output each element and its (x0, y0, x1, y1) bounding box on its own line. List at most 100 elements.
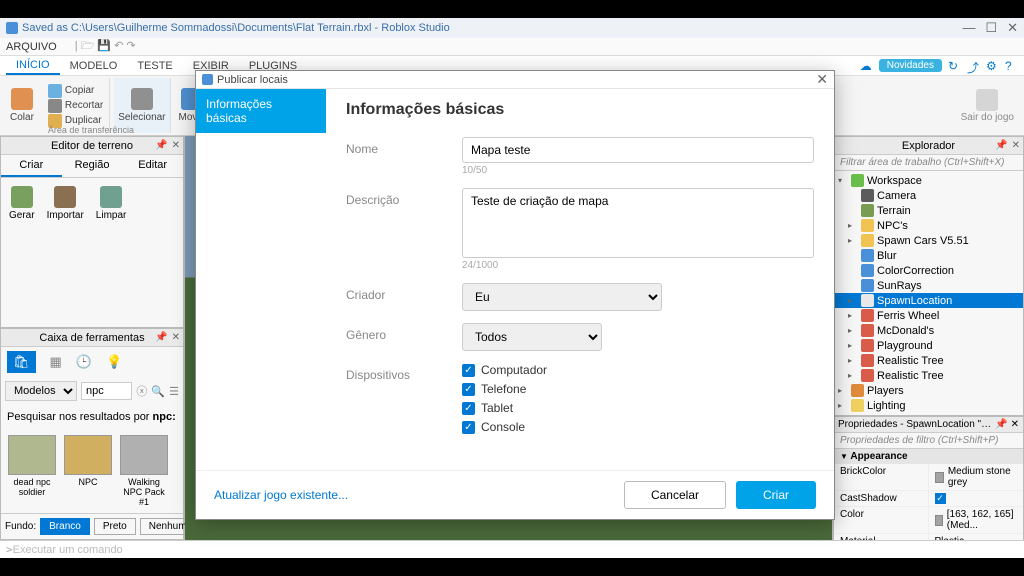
props-search-input[interactable]: Propriedades de filtro (Ctrl+Shift+P) (834, 432, 1023, 449)
side-item-informacoes[interactable]: Informações básicas (196, 89, 326, 133)
bg-branco-button[interactable]: Branco (40, 518, 90, 535)
terrain-limpar-button[interactable]: Limpar (96, 186, 127, 221)
terrain-panel-header: Editor de terreno 📌✕ (1, 137, 183, 155)
terrain-tab-editar[interactable]: Editar (122, 155, 183, 177)
name-input[interactable] (462, 137, 814, 163)
devices-label: Dispositivos (346, 363, 446, 434)
genre-select[interactable]: Todos (462, 323, 602, 351)
toolbox-item[interactable]: NPC (63, 435, 113, 507)
pin-icon[interactable]: 📌 (995, 419, 1007, 430)
toolbox-item[interactable]: Walking NPC Pack #1 (119, 435, 169, 507)
toolbox-tab-inventory[interactable]: ▦ (50, 354, 62, 370)
novidades-button[interactable]: Novidades (879, 59, 942, 72)
toolbox-tab-recent[interactable]: 🕒 (76, 354, 92, 370)
refresh-icon[interactable]: ↻ (948, 59, 961, 72)
bg-preto-button[interactable]: Preto (94, 518, 136, 535)
prop-row-material[interactable]: MaterialPlastic (834, 534, 1023, 540)
sair-jogo-button[interactable]: Sair do jogo (957, 78, 1018, 133)
toolbox-tab-lamp[interactable]: 💡 (106, 354, 122, 370)
toolbox-search-input[interactable] (81, 382, 132, 400)
create-button[interactable]: Criar (736, 481, 816, 509)
pin-icon[interactable]: 📌 (155, 332, 167, 343)
colar-button[interactable]: Colar (6, 78, 38, 133)
tree-node-players[interactable]: ▸Players (834, 383, 1023, 398)
qat-separator: | 🗁 💾 ↶ ↷ (75, 37, 136, 56)
dialog-heading: Informações básicas (346, 101, 814, 119)
tree-node-realistic-tree[interactable]: ▸Realistic Tree (834, 368, 1023, 383)
publish-dialog: Publicar locais ✕ Informações básicas In… (195, 70, 835, 520)
terrain-tab-regiao[interactable]: Região (62, 155, 123, 177)
tree-node-playground[interactable]: ▸Playground (834, 338, 1023, 353)
pin-icon[interactable]: 📌 (155, 140, 167, 151)
device-computador-checkbox[interactable]: ✓Computador (462, 363, 814, 377)
title-text: Saved as C:\Users\Guilherme Sommadossi\D… (22, 22, 450, 34)
command-bar-input[interactable]: > Executar um comando (0, 540, 1024, 558)
tab-teste[interactable]: TESTE (127, 58, 182, 74)
device-console-checkbox[interactable]: ✓Console (462, 420, 814, 434)
terrain-importar-button[interactable]: Importar (47, 186, 84, 221)
dialog-title: Publicar locais (217, 74, 288, 86)
terrain-gerar-button[interactable]: Gerar (9, 186, 35, 221)
minimize-icon[interactable]: — (962, 20, 975, 36)
name-label: Nome (346, 137, 446, 176)
device-tablet-checkbox[interactable]: ✓Tablet (462, 401, 814, 415)
prop-row-color[interactable]: Color[163, 162, 165] (Med... (834, 507, 1023, 534)
tree-node-ferris-wheel[interactable]: ▸Ferris Wheel (834, 308, 1023, 323)
share-icon[interactable]: ⤴ (967, 59, 980, 72)
cancel-button[interactable]: Cancelar (624, 481, 726, 509)
props-category-appearance[interactable]: ▼ Appearance (834, 449, 1023, 464)
explorer-search-input[interactable]: Filtrar área de trabalho (Ctrl+Shift+X) (834, 155, 1023, 171)
panel-close-icon[interactable]: ✕ (172, 140, 180, 151)
dialog-close-icon[interactable]: ✕ (816, 71, 828, 88)
settings-icon[interactable]: ⚙ (986, 59, 999, 72)
toolbox-item[interactable]: dead npc soldier (7, 435, 57, 507)
tab-inicio[interactable]: INÍCIO (6, 57, 60, 75)
tree-node-sunrays[interactable]: SunRays (834, 278, 1023, 293)
copiar-button[interactable]: Copiar (48, 84, 103, 98)
tree-node-realistic-tree[interactable]: ▸Realistic Tree (834, 353, 1023, 368)
explorer-tree: ▾WorkspaceCameraTerrain▸NPC's▸Spawn Cars… (834, 171, 1023, 415)
pin-icon[interactable]: 📌 (995, 140, 1007, 151)
tree-node-spawnlocation[interactable]: ▸SpawnLocation (834, 293, 1023, 308)
menubar: ARQUIVO | 🗁 💾 ↶ ↷ (0, 38, 1024, 56)
close-icon[interactable]: ✕ (1007, 20, 1018, 36)
tree-node-camera[interactable]: Camera (834, 188, 1023, 203)
menu-arquivo[interactable]: ARQUIVO (6, 41, 57, 53)
cloud-icon[interactable]: ☁ (860, 59, 873, 72)
tree-node-terrain[interactable]: Terrain (834, 203, 1023, 218)
titlebar: Saved as C:\Users\Guilherme Sommadossi\D… (0, 18, 1024, 38)
creator-label: Criador (346, 283, 446, 311)
tree-node-blur[interactable]: Blur (834, 248, 1023, 263)
name-counter: 10/50 (462, 165, 814, 176)
tree-node-spawn-cars-v5-51[interactable]: ▸Spawn Cars V5.51 (834, 233, 1023, 248)
search-icon[interactable]: 🔍 (151, 385, 165, 398)
panel-close-icon[interactable]: ✕ (1012, 140, 1020, 151)
tree-node-lighting[interactable]: ▸Lighting (834, 398, 1023, 413)
device-telefone-checkbox[interactable]: ✓Telefone (462, 382, 814, 396)
dialog-icon (202, 74, 213, 85)
tree-node-workspace[interactable]: ▾Workspace (834, 173, 1023, 188)
tab-modelo[interactable]: MODELO (60, 58, 128, 74)
creator-select[interactable]: Eu (462, 283, 662, 311)
toolbox-category-select[interactable]: Modelos (5, 381, 77, 401)
terrain-tab-criar[interactable]: Criar (1, 155, 62, 177)
toolbox-result-message: Pesquisar nos resultados por npc: (1, 405, 183, 429)
desc-input[interactable] (462, 188, 814, 258)
tree-node-colorcorrection[interactable]: ColorCorrection (834, 263, 1023, 278)
desc-counter: 24/1000 (462, 260, 814, 271)
update-existing-link[interactable]: Atualizar jogo existente... (214, 488, 348, 502)
tree-node-npc-s[interactable]: ▸NPC's (834, 218, 1023, 233)
maximize-icon[interactable]: ☐ (985, 20, 997, 36)
filter-icon[interactable]: ☰ (169, 385, 179, 398)
recortar-button[interactable]: Recortar (48, 99, 103, 113)
prop-row-castshadow[interactable]: CastShadow✓ (834, 491, 1023, 507)
panel-close-icon[interactable]: ✕ (172, 332, 180, 343)
help-icon[interactable]: ? (1005, 59, 1018, 72)
prop-row-brickcolor[interactable]: BrickColorMedium stone grey (834, 464, 1023, 491)
clear-icon[interactable]: ⓧ (136, 383, 147, 399)
tree-node-mcdonald-s[interactable]: ▸McDonald's (834, 323, 1023, 338)
explorer-panel-header: Explorador 📌✕ (834, 137, 1023, 155)
props-panel-header: Propriedades - SpawnLocation "SpawnLocat… (834, 417, 1023, 432)
toolbox-tab-marketplace[interactable]: 🛍 (7, 351, 36, 373)
panel-close-icon[interactable]: ✕ (1011, 419, 1019, 430)
